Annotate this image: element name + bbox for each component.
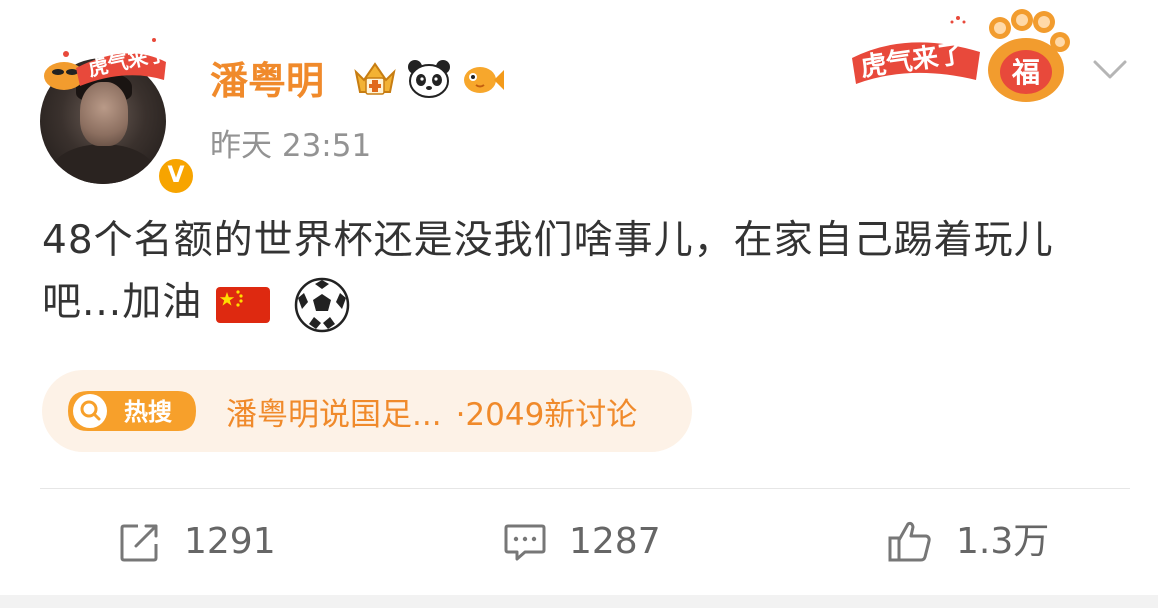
repost-count: 1291 [184,521,276,562]
comment-count: 1287 [569,521,661,562]
weibo-post-card: 虎气来了 V 潘粤明 昨天 23:51 虎气来了 福 48个名额的世界杯还是没我… [0,0,1158,595]
repost-icon [120,524,158,562]
avatar[interactable]: 虎气来了 V [36,28,196,196]
hot-search-tag-icon: 热搜 [68,391,196,431]
china-flag-icon [215,286,270,323]
post-timestamp: 昨天 23:51 [210,128,372,164]
panda-badge-icon[interactable] [406,58,452,100]
chevron-down-icon[interactable] [1092,56,1128,84]
svg-text:福: 福 [1011,56,1040,89]
post-text: 48个名额的世界杯还是没我们啥事儿，在家自己踢着玩儿吧...加油 [42,218,1054,325]
user-badges [352,56,506,102]
comment-button[interactable]: 1287 [503,514,661,570]
like-count: 1.3万 [956,521,1050,562]
hot-topic-discussion-count: ·2049新讨论 [455,396,638,433]
thumbs-up-icon [888,521,931,562]
repost-button[interactable]: 1291 [118,514,276,570]
fish-badge-icon[interactable] [460,58,506,100]
verified-badge: V [156,156,196,196]
soccer-ball-icon [294,277,350,332]
festive-tiger-paw-icon: 虎气来了 福 [852,9,1070,102]
divider [40,488,1130,489]
comment-icon [504,524,546,561]
like-button[interactable]: 1.3万 [886,514,1049,570]
author-name[interactable]: 潘粤明 [210,56,324,106]
card-separator [0,595,1158,608]
post-body: 48个名额的世界杯还是没我们啥事儿，在家自己踢着玩儿吧...加油 [42,210,1132,334]
hot-topic-title: 潘粤明说国足... [226,396,442,433]
svg-text:热搜: 热搜 [124,398,172,426]
crown-badge-icon[interactable] [352,58,398,100]
hot-search-topic[interactable]: 热搜 潘粤明说国足... ·2049新讨论 [42,370,692,452]
avatar-pendant-icon: 虎气来了 [44,38,169,90]
